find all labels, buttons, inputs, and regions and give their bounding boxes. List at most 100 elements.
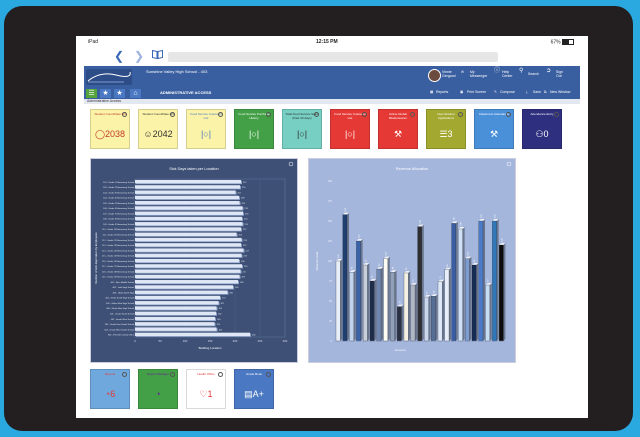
compose-button[interactable]: Compose <box>500 90 515 94</box>
signout-icon[interactable]: ➲ <box>546 68 551 74</box>
bar <box>485 284 490 342</box>
tile-settings-icon[interactable] <box>170 112 175 117</box>
data-label: 212 <box>243 182 247 184</box>
tile-settings-icon[interactable] <box>410 112 415 117</box>
y-category-label: 405 - Glebe West High School <box>106 302 134 305</box>
forward-arrow-icon[interactable]: ❯ <box>134 49 144 63</box>
grade-icon: ▤ <box>244 389 253 399</box>
tile-settings-icon[interactable] <box>170 372 175 377</box>
y-category-label: 105 - Grade 5 Elementary School <box>103 202 134 205</box>
chart-title: Revenue Allocation <box>396 167 429 171</box>
bar-side <box>415 283 418 341</box>
data-label: 230 <box>252 335 256 337</box>
data-label: 208 <box>241 261 245 263</box>
messenger-link[interactable]: My Messenger <box>470 70 487 78</box>
tile-content: ◔ <box>139 388 177 400</box>
favorites-star-icon[interactable]: ★ <box>114 89 125 98</box>
tile-settings-icon[interactable] <box>506 112 511 117</box>
x-tick-label: 200 <box>233 339 238 343</box>
y-tick-label: 200 <box>328 179 333 183</box>
dashboard-tile[interactable]: Reports ◔6 <box>90 369 130 409</box>
bar-side <box>401 304 404 341</box>
search-icon[interactable]: ⚲ <box>519 68 523 74</box>
star-icon[interactable]: ★ <box>100 89 111 98</box>
new-window-button[interactable]: New Window <box>550 90 570 94</box>
tile-settings-icon[interactable] <box>122 112 127 117</box>
bar <box>363 264 368 342</box>
dashboard-tile[interactable]: New Student Applications ☰3 <box>426 109 466 149</box>
back-arrow-icon[interactable]: ❮ <box>114 49 124 63</box>
data-label: 140 <box>461 222 463 226</box>
dashboard-tile[interactable]: Report Manager ◔ <box>138 369 178 409</box>
data-label: 212 <box>243 229 247 231</box>
dashboard-tile[interactable]: Classroom Attendance ⚒ <box>474 109 514 149</box>
help-link[interactable]: Help Center <box>502 70 514 78</box>
search-link[interactable]: Search <box>528 72 539 76</box>
bar <box>135 295 220 300</box>
bar <box>135 290 228 294</box>
bar-side <box>347 212 350 341</box>
data-label: 120 <box>501 238 503 242</box>
menu-icon[interactable]: ☰ <box>86 89 97 98</box>
x-tick-label: 250 <box>258 339 263 343</box>
tile-settings-icon[interactable] <box>122 372 127 377</box>
bar-side <box>408 271 411 341</box>
y-category-label: 118 - Grade 18 Elementary School <box>102 270 134 273</box>
dashboard-tile[interactable]: Grade Book ▤A+ <box>234 369 274 409</box>
camera-icon[interactable]: ▣ <box>460 90 463 94</box>
save-icon[interactable]: ⤓ <box>526 90 528 94</box>
tile-content: |○| <box>331 128 369 140</box>
tile-value: 3 <box>447 129 453 139</box>
dashboard-tile[interactable]: Active Global Misdemeanor ⚒ <box>378 109 418 149</box>
avatar[interactable] <box>428 69 441 82</box>
bar-side <box>340 259 343 341</box>
tile-settings-icon[interactable] <box>362 112 367 117</box>
data-label: 213 <box>244 256 248 258</box>
bar <box>437 281 443 342</box>
fork-knife-icon: |○| <box>200 129 212 139</box>
tile-settings-icon[interactable] <box>554 112 559 117</box>
gavel-icon: ⚒ <box>489 129 499 139</box>
data-label: 56 <box>433 290 435 293</box>
sick-days-chart-panel: Sick Days taken per Location 0 50 100 150 200… <box>90 158 298 363</box>
print-screen-button[interactable]: Print Screen <box>467 90 486 94</box>
save-button[interactable]: Save <box>533 90 541 94</box>
tile-settings-icon[interactable] <box>314 112 319 117</box>
tile-settings-icon[interactable] <box>218 112 223 117</box>
reports-button[interactable]: Reports <box>436 90 448 94</box>
y-category-label: 503 - Grade East Grade School <box>105 323 135 326</box>
bar <box>135 201 240 205</box>
data-label: 185 <box>230 292 234 294</box>
signout-link[interactable]: Sign Out <box>556 70 568 78</box>
new-window-icon[interactable]: ⧉ <box>544 90 547 94</box>
dashboard-tile[interactable]: Attendance Entry ⚇0 <box>522 109 562 149</box>
y-tick-label: 75 <box>329 279 332 283</box>
tile-settings-icon[interactable] <box>266 112 271 117</box>
help-icon[interactable]: ⓘ <box>494 68 500 74</box>
data-label: 212 <box>243 245 247 247</box>
chart-title: Sick Days taken per Location <box>169 167 218 171</box>
url-bar[interactable] <box>168 52 498 62</box>
messenger-icon[interactable]: ✉ <box>461 70 464 74</box>
bar <box>356 240 361 342</box>
tile-settings-icon[interactable] <box>218 372 223 377</box>
reports-icon[interactable]: ▦ <box>430 90 433 94</box>
data-label: 70 <box>488 279 490 282</box>
dashboard-tile[interactable]: Total Food Service Sales (Past 30 days) |… <box>282 109 322 149</box>
dashboard-tile[interactable]: Food Service Customer List |○| <box>330 109 370 149</box>
dashboard-tile[interactable]: Student Count/Date Fill ◯2038 <box>90 109 130 149</box>
dashboard-tile[interactable]: Food Service Purchase History |○| <box>234 109 274 149</box>
bookmarks-book-icon[interactable] <box>152 48 163 62</box>
compose-icon[interactable]: ✎ <box>494 90 497 94</box>
bar-side <box>455 221 458 341</box>
dashboard-tile[interactable]: Food Service Customer List |○| <box>186 109 226 149</box>
dashboard-tile[interactable]: Student Count/Date Fill ☺2042 <box>138 109 178 149</box>
home-icon[interactable]: ⌂ <box>130 89 141 98</box>
tile-value: A+ <box>252 389 264 399</box>
app-header: Sunshine Valley High School - 403 Vinnie… <box>84 66 580 88</box>
y-tick-label: 0 <box>331 339 333 343</box>
dashboard-tile[interactable]: Health Office ♡1 <box>186 369 226 409</box>
tile-settings-icon[interactable] <box>458 112 463 117</box>
y-category-label: 110 - Grade 10 Elementary School <box>102 228 134 231</box>
tile-settings-icon[interactable] <box>266 372 271 377</box>
